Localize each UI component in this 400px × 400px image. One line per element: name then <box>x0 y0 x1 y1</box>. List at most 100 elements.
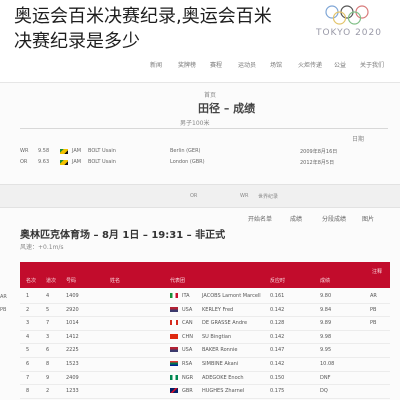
result-rt: 0.175 <box>270 388 285 395</box>
col-rank: 名次 <box>26 278 37 284</box>
nav-item[interactable]: 关于我们 <box>360 60 384 69</box>
result-rt: 0.128 <box>270 320 285 327</box>
tab-photos[interactable]: 图片 <box>362 214 374 223</box>
result-bib: 1523 <box>66 360 79 367</box>
result-name: BAKER Ronnie <box>202 347 238 354</box>
result-rt: 0.142 <box>270 360 285 367</box>
result-row: CHN 4 3 1412 SU Bingtian 0.142 9.98 <box>20 331 390 345</box>
result-country: NGR <box>182 374 194 381</box>
result-time: 9.98 <box>320 333 332 340</box>
result-rank: 6 <box>26 360 30 367</box>
result-bib: 1233 <box>66 388 79 395</box>
record-date: 2009年8月16日 <box>300 149 338 155</box>
record-time: 9.58 <box>38 148 50 154</box>
breadcrumb[interactable]: 首页 <box>204 90 216 99</box>
result-row: USA 2 5 2920 KERLEY Fred 0.142 9.84 PB <box>20 304 390 318</box>
result-country: CAN <box>182 320 193 327</box>
result-lane: 6 <box>46 347 50 354</box>
result-note: AR <box>370 293 377 299</box>
result-country: CHN <box>182 333 193 340</box>
nav-item[interactable]: 赛程 <box>210 60 222 69</box>
result-time: DNF <box>320 374 331 381</box>
record-place: Berlin (GER) <box>170 148 201 154</box>
tab-results[interactable]: 成绩 <box>290 214 302 223</box>
result-name: SU Bingtian <box>202 333 232 340</box>
result-rt: 0.142 <box>270 333 285 340</box>
record-type: OR <box>20 159 28 165</box>
col-notes: 注释 <box>371 269 382 275</box>
result-rt: 0.142 <box>270 306 285 313</box>
result-rank: 1 <box>26 293 30 299</box>
result-name: SIMBINE Akani <box>202 360 239 367</box>
result-name: JACOBS Lamont Marcell <box>202 293 261 299</box>
result-rank: 3 <box>26 320 30 327</box>
result-row: GBR 8 2 1233 HUGHES Zharnel 0.175 DQ <box>20 385 390 399</box>
main-nav: 新闻 奖牌榜 赛程 运动员 场馆 火炬传递 公益 关于我们 <box>0 52 400 83</box>
nav-item[interactable]: 公益 <box>334 60 346 69</box>
nav-item[interactable]: 火炬传递 <box>298 60 322 69</box>
result-time: 9.89 <box>320 320 332 327</box>
record-country: JAM <box>72 159 82 165</box>
result-lane: 7 <box>46 320 50 327</box>
overlay-title: 奥运会百米决赛纪录,奥运会百米 决赛纪录是多少 <box>14 4 400 54</box>
overlay-title-line-1: 奥运会百米决赛纪录,奥运会百米 <box>14 6 272 27</box>
record-name: BOLT Usain <box>88 148 116 154</box>
results-tabs: 开始名单 成绩 分段成绩 图片 <box>0 210 400 224</box>
result-bib: 2409 <box>66 374 79 381</box>
result-rank: 7 <box>26 374 30 381</box>
result-bib: 1409 <box>66 293 79 299</box>
result-name: ADEGOKE Enoch <box>202 374 244 381</box>
result-note: PB <box>370 320 377 327</box>
legend-or: OR <box>190 193 198 199</box>
nav-item[interactable]: 运动员 <box>238 60 256 69</box>
col-reaction: 反应时 <box>270 278 286 284</box>
result-bib: 1412 <box>66 333 79 340</box>
ngr-flag-icon <box>170 374 178 380</box>
result-row: ITA 1 4 1409 JACOBS Lamont Marcell 0.161 9.80 A… <box>20 290 390 304</box>
result-time: 9.95 <box>320 347 332 354</box>
legend-wr: WR <box>240 193 249 199</box>
result-bib: 2920 <box>66 306 79 313</box>
record-name: BOLT Usain <box>88 159 116 165</box>
nav-item[interactable]: 奖牌榜 <box>178 60 196 69</box>
result-name: DE GRASSE Andre <box>202 320 248 327</box>
record-row: OR 9.63 JAM BOLT Usain London (GBR) 2012… <box>20 157 388 168</box>
result-lane: 3 <box>46 333 50 340</box>
section-title: 田径 – 成绩 <box>198 102 256 115</box>
nav-item[interactable]: 场馆 <box>270 60 282 69</box>
result-row: NGR 7 9 2409 ADEGOKE Enoch 0.150 DNF <box>20 372 390 386</box>
result-rt: 0.147 <box>270 347 285 354</box>
record-type: WR <box>20 148 29 154</box>
record-date: 2012年8月5日 <box>300 160 335 166</box>
tab-splits[interactable]: 分段成绩 <box>322 214 346 223</box>
col-name: 姓名 <box>110 278 121 284</box>
results-page: TOKYO 2020 新闻 奖牌榜 赛程 运动员 场馆 火炬传递 公益 关于我们… <box>0 0 400 400</box>
side-tag: AR <box>0 294 7 300</box>
records-legend-bar: OR WR 世界纪录 <box>0 184 400 208</box>
legend-wr-label: 世界纪录 <box>258 194 279 200</box>
rsa-flag-icon <box>170 360 178 366</box>
result-rank: 8 <box>26 388 30 395</box>
result-time: DQ <box>320 388 328 395</box>
chn-flag-icon <box>170 333 178 339</box>
tab-start-list[interactable]: 开始名单 <box>248 214 272 223</box>
side-tag: PB <box>0 307 7 313</box>
result-time: 9.84 <box>320 306 332 313</box>
usa-flag-icon <box>170 306 178 312</box>
result-country: USA <box>182 347 193 354</box>
record-place: London (GBR) <box>170 159 205 165</box>
result-name: KERLEY Fred <box>202 306 234 313</box>
records-table: WR 9.58 JAM BOLT Usain Berlin (GER) 2009… <box>20 146 388 168</box>
result-name: HUGHES Zharnel <box>202 388 245 395</box>
date-label: 日期 <box>352 136 365 143</box>
can-flag-icon <box>170 320 178 326</box>
nav-item[interactable]: 新闻 <box>150 60 162 69</box>
wind-speed: 风速：+0.1m/s <box>20 244 64 251</box>
gbr-flag-icon <box>170 388 178 394</box>
result-rt: 0.150 <box>270 374 285 381</box>
col-time: 成绩 <box>320 278 331 284</box>
result-lane: 8 <box>46 360 50 367</box>
result-lane: 5 <box>46 306 50 313</box>
result-note: PB <box>370 306 377 313</box>
result-country: GBR <box>182 388 193 395</box>
